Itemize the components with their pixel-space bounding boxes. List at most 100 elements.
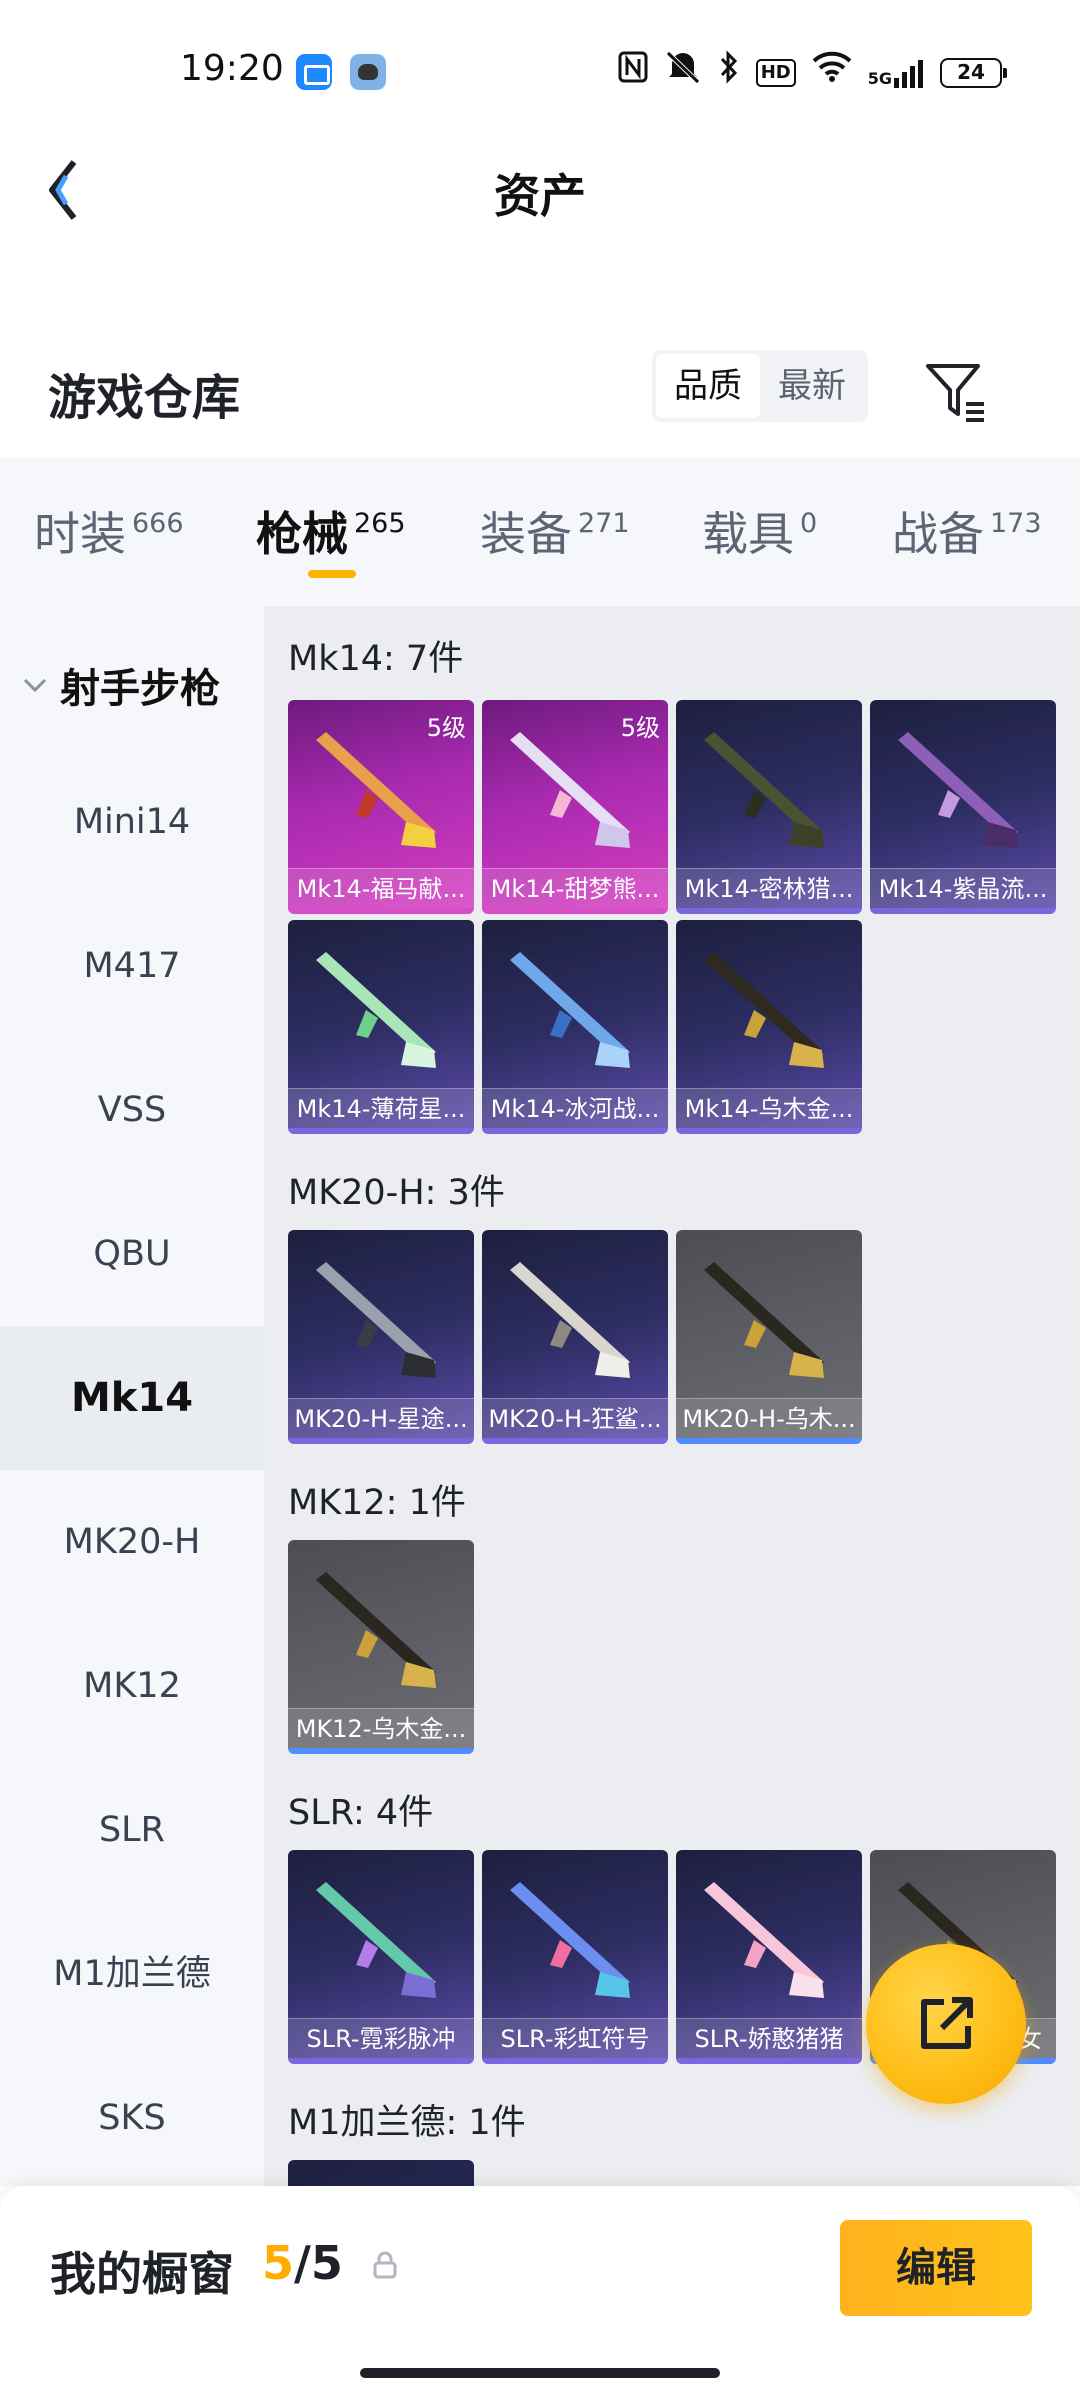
sidebar-item-mk20h[interactable]: MK20-H: [0, 1470, 264, 1614]
showcase-count: 5/5: [262, 2236, 343, 2290]
sidebar-item-mk12[interactable]: MK12: [0, 1614, 264, 1758]
group-title-mk12: MK12: 1件: [288, 1483, 466, 1523]
rifle-icon: [704, 1262, 824, 1378]
skin-name: MK20-H-乌木...: [676, 1398, 862, 1438]
section-title: 游戏仓库: [48, 370, 241, 426]
skin-card[interactable]: MK20-H-星途...: [288, 1230, 474, 1444]
showcase-title: 我的橱窗: [50, 2247, 234, 2301]
mute-icon: [664, 50, 702, 95]
status-icons: HD 5G 24: [618, 50, 1007, 95]
rifle-icon: [316, 1882, 436, 1998]
page-title: 资产: [494, 169, 586, 223]
rifle-icon: [510, 952, 630, 1068]
skin-card[interactable]: MK12-乌木金...: [288, 1540, 474, 1754]
skin-name: MK20-H-狂鲨...: [482, 1398, 668, 1438]
hd-icon: HD: [755, 58, 796, 87]
skin-name: Mk14-薄荷星...: [288, 1088, 474, 1128]
skin-card[interactable]: MK20-H-乌木...: [676, 1230, 862, 1444]
tab-gear-count: 173: [990, 508, 1042, 539]
lock-icon: [373, 2251, 397, 2279]
sidebar-item-m417[interactable]: M417: [0, 894, 264, 1038]
tab-equipment[interactable]: 装备 271: [480, 498, 630, 564]
skin-name: SLR-霓彩脉冲: [288, 2018, 474, 2058]
signal-5g-icon: 5G: [868, 58, 924, 88]
tab-equipment-label: 装备: [480, 507, 572, 561]
skin-card[interactable]: [288, 2160, 474, 2186]
filter-button[interactable]: [920, 356, 990, 426]
sidebar-item-mini14[interactable]: Mini14: [0, 750, 264, 894]
skin-name: Mk14-甜梦熊...: [482, 868, 668, 908]
wifi-icon: [812, 51, 852, 94]
tab-vehicles[interactable]: 载具 0: [702, 498, 817, 564]
skin-name: Mk14-福马献...: [288, 868, 474, 908]
battery-icon: 24: [940, 57, 1007, 88]
skin-name: MK12-乌木金...: [288, 1708, 474, 1748]
tab-weapons[interactable]: 枪械 265: [256, 498, 406, 564]
skin-card[interactable]: Mk14-薄荷星...: [288, 920, 474, 1134]
skin-card[interactable]: SLR-娇憨猪猪: [676, 1850, 862, 2064]
skin-name: Mk14-紫晶流...: [870, 868, 1056, 908]
skin-card[interactable]: Mk14-冰河战...: [482, 920, 668, 1134]
sidebar-category-header[interactable]: 射手步枪: [20, 656, 220, 714]
rifle-icon: [316, 952, 436, 1068]
status-time: 19:20: [180, 48, 284, 89]
tab-gear-label: 战备: [892, 507, 984, 561]
rifle-icon: [316, 732, 436, 848]
sidebar-item-qbu[interactable]: QBU: [0, 1182, 264, 1326]
rifle-icon: [510, 1882, 630, 1998]
skin-card[interactable]: Mk14-紫晶流...: [870, 700, 1056, 914]
rifle-icon: [704, 1882, 824, 1998]
tab-weapons-count: 265: [354, 508, 406, 539]
chevron-down-icon: [23, 678, 47, 693]
tab-fashion-label: 时装: [34, 507, 126, 561]
rifle-icon: [316, 1572, 436, 1688]
sidebar-item-vss[interactable]: VSS: [0, 1038, 264, 1182]
group-title-mk20h: MK20-H: 3件: [288, 1173, 505, 1213]
weapon-sidebar: 射手步枪 Mini14 M417 VSS QBU Mk14 MK20-H MK1…: [0, 606, 264, 2186]
rifle-icon: [898, 732, 1018, 848]
sidebar-item-sks[interactable]: SKS: [0, 2046, 264, 2190]
tab-equipment-count: 271: [578, 508, 630, 539]
skin-name: SLR-彩虹符号: [482, 2018, 668, 2058]
tab-gear[interactable]: 战备 173: [892, 498, 1042, 564]
active-tab-indicator: [308, 570, 356, 578]
skin-name: SLR-娇憨猪猪: [676, 2018, 862, 2058]
skin-card[interactable]: MK20-H-狂鲨...: [482, 1230, 668, 1444]
share-external-icon: [921, 1997, 973, 2049]
home-indicator[interactable]: [360, 2368, 720, 2378]
tab-fashion-count: 666: [132, 508, 184, 539]
rifle-icon: [704, 952, 824, 1068]
edit-button[interactable]: 编辑: [840, 2220, 1032, 2316]
rifle-icon: [510, 732, 630, 848]
skin-card[interactable]: Mk14-密林猎...: [676, 700, 862, 914]
tab-fashion[interactable]: 时装 666: [34, 498, 184, 564]
group-title-m1-garand: M1加兰德: 1件: [288, 2103, 526, 2143]
skin-card[interactable]: SLR-彩虹符号: [482, 1850, 668, 2064]
skin-name: Mk14-冰河战...: [482, 1088, 668, 1128]
signal-5g-label: 5G: [867, 68, 892, 88]
tab-weapons-label: 枪械: [256, 507, 348, 561]
skin-card[interactable]: SLR-霓彩脉冲: [288, 1850, 474, 2064]
sidebar-item-mk14[interactable]: Mk14: [0, 1326, 264, 1470]
skin-card[interactable]: 5级 Mk14-甜梦熊...: [482, 700, 668, 914]
cat-app-notification-icon: [350, 54, 386, 90]
status-bar: 19:20 HD 5G 24: [0, 0, 1080, 140]
showcase-max: 5: [310, 2236, 343, 2290]
sidebar-item-m1-garand[interactable]: M1加兰德: [0, 1902, 264, 2046]
category-tabs: 时装 666 枪械 265 装备 271 载具 0 战备 173: [0, 458, 1080, 606]
rifle-icon: [704, 732, 824, 848]
group-title-mk14: Mk14: 7件: [288, 639, 464, 679]
tab-vehicles-count: 0: [800, 508, 818, 539]
sidebar-item-slr[interactable]: SLR: [0, 1758, 264, 1902]
rifle-icon: [316, 1262, 436, 1378]
skin-card[interactable]: Mk14-乌木金...: [676, 920, 862, 1134]
tab-vehicles-label: 载具: [702, 507, 794, 561]
group-title-slr: SLR: 4件: [288, 1793, 434, 1833]
sort-quality-option[interactable]: 品质: [656, 354, 760, 418]
skin-card[interactable]: 5级 Mk14-福马献...: [288, 700, 474, 914]
filter-icon: [926, 364, 984, 422]
share-fab[interactable]: [866, 1944, 1026, 2104]
skin-name: Mk14-密林猎...: [676, 868, 862, 908]
bluetooth-icon: [718, 50, 740, 95]
sort-newest-option[interactable]: 最新: [760, 354, 864, 418]
